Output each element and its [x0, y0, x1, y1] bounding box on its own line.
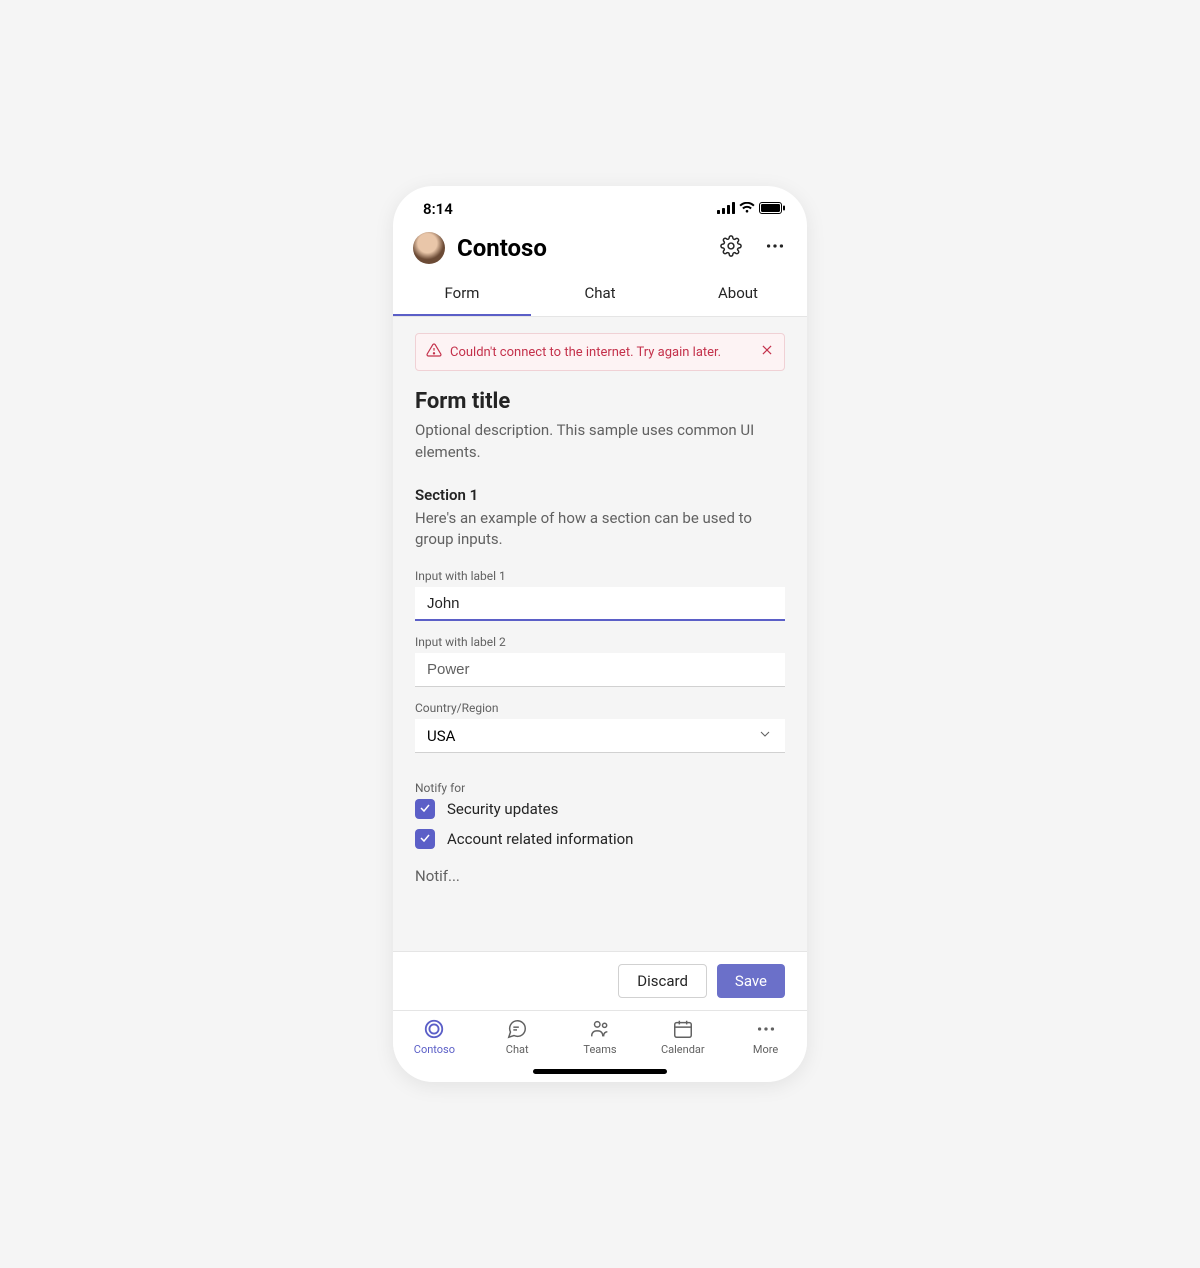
input1-field[interactable] — [415, 587, 785, 621]
nav-contoso-label: Contoso — [414, 1043, 455, 1056]
truncated-content: Notif... — [415, 867, 785, 885]
action-bar: Discard Save — [393, 951, 807, 1010]
tab-bar: Form Chat About — [393, 272, 807, 317]
more-horizontal-icon — [764, 235, 786, 261]
nav-teams-label: Teams — [583, 1043, 616, 1056]
notify-option-2-label: Account related information — [447, 830, 633, 848]
status-bar: 8:14 — [393, 186, 807, 222]
error-message: Couldn't connect to the internet. Try ag… — [450, 345, 721, 360]
status-time: 8:14 — [423, 200, 453, 218]
form-description: Optional description. This sample uses c… — [415, 420, 785, 464]
tab-chat[interactable]: Chat — [531, 272, 669, 316]
home-indicator — [393, 1060, 807, 1082]
nav-chat[interactable]: Chat — [476, 1017, 559, 1056]
error-dismiss[interactable] — [760, 343, 774, 361]
input1-label: Input with label 1 — [415, 569, 785, 583]
battery-icon — [759, 200, 785, 218]
notify-option-2[interactable]: Account related information — [415, 829, 785, 849]
checkbox-1[interactable] — [415, 799, 435, 819]
status-icons — [717, 200, 785, 218]
more-button[interactable] — [759, 232, 791, 264]
settings-button[interactable] — [715, 232, 747, 264]
section-description: Here's an example of how a section can b… — [415, 508, 785, 552]
wifi-icon — [739, 200, 755, 218]
tab-form[interactable]: Form — [393, 272, 531, 316]
gear-icon — [720, 235, 742, 261]
notify-option-1-label: Security updates — [447, 800, 558, 818]
country-value: USA — [427, 727, 455, 745]
more-icon — [754, 1017, 778, 1041]
nav-more[interactable]: More — [724, 1017, 807, 1056]
teams-icon — [588, 1017, 612, 1041]
content-area: Couldn't connect to the internet. Try ag… — [393, 317, 807, 951]
avatar[interactable] — [413, 232, 445, 264]
check-icon — [419, 800, 431, 818]
notify-option-1[interactable]: Security updates — [415, 799, 785, 819]
chevron-down-icon — [757, 726, 773, 746]
nav-chat-label: Chat — [506, 1043, 529, 1056]
input2-label: Input with label 2 — [415, 635, 785, 649]
scroll-area[interactable]: Couldn't connect to the internet. Try ag… — [393, 317, 807, 951]
cellular-icon — [717, 200, 735, 218]
nav-more-label: More — [753, 1043, 778, 1056]
error-banner: Couldn't connect to the internet. Try ag… — [415, 333, 785, 371]
form-title: Form title — [415, 389, 785, 414]
calendar-icon — [671, 1017, 695, 1041]
device-frame: 8:14 Contoso Form — [393, 186, 807, 1082]
check-icon — [419, 830, 431, 848]
discard-button[interactable]: Discard — [618, 964, 707, 998]
nav-calendar-label: Calendar — [661, 1043, 705, 1056]
bottom-nav: Contoso Chat Teams Calendar More — [393, 1010, 807, 1060]
checkbox-2[interactable] — [415, 829, 435, 849]
notify-label: Notify for — [415, 781, 785, 795]
app-title: Contoso — [457, 234, 703, 262]
country-label: Country/Region — [415, 701, 785, 715]
close-icon — [760, 346, 774, 361]
nav-contoso[interactable]: Contoso — [393, 1017, 476, 1056]
save-button[interactable]: Save — [717, 964, 785, 998]
input2-field[interactable] — [415, 653, 785, 687]
tab-about[interactable]: About — [669, 272, 807, 316]
nav-teams[interactable]: Teams — [559, 1017, 642, 1056]
chat-icon — [505, 1017, 529, 1041]
country-select[interactable]: USA — [415, 719, 785, 753]
section-title: Section 1 — [415, 486, 785, 504]
nav-calendar[interactable]: Calendar — [641, 1017, 724, 1056]
app-header: Contoso — [393, 222, 807, 272]
warning-icon — [426, 342, 442, 362]
contoso-icon — [422, 1017, 446, 1041]
